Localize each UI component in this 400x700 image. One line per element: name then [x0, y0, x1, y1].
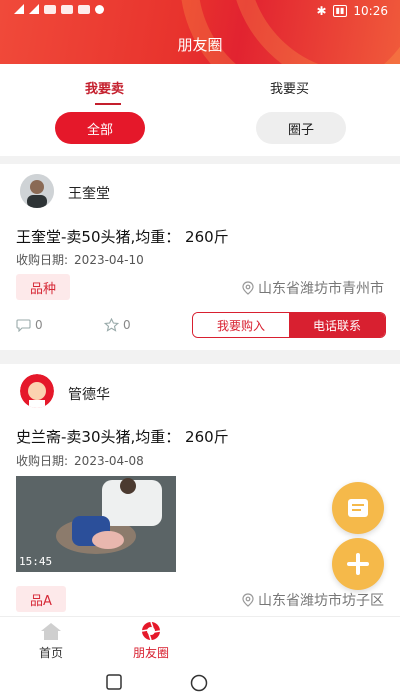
post-date: 收购日期: 2023-04-10: [16, 251, 144, 268]
comment-icon: [16, 318, 31, 332]
signal-icon: [29, 4, 39, 14]
comment-count-value: 0: [35, 318, 43, 332]
location-pin-icon: [242, 281, 254, 295]
date-label: 收购日期:: [16, 253, 69, 267]
message-fab[interactable]: [332, 482, 384, 534]
aperture-icon: [141, 621, 161, 641]
post-title: 史兰斋-卖30头猪,均重： 260斤: [16, 428, 229, 446]
signal-icon: [14, 4, 24, 14]
post-title: 王奎堂-卖50头猪,均重： 260斤: [16, 228, 229, 246]
user-photo-icon: [20, 174, 54, 208]
filter-all-button[interactable]: 全部: [55, 112, 145, 144]
photo-timestamp: 15:45: [19, 555, 53, 568]
bluetooth-icon: ✱: [316, 4, 327, 18]
user-name[interactable]: 管德华: [68, 384, 110, 404]
notification-icon: [61, 4, 73, 14]
tab-buy[interactable]: 我要买: [270, 78, 309, 97]
post-card[interactable]: 王奎堂 王奎堂-卖50头猪,均重： 260斤 收购日期: 2023-04-10 品…: [0, 164, 400, 350]
breed-tag: 品种: [16, 274, 71, 300]
location: 山东省潍坊市坊子区: [242, 590, 384, 610]
breed-tag: 品A: [16, 586, 66, 612]
tab-bar: 我要卖 我要买 全部 圈子: [0, 64, 400, 156]
add-post-fab[interactable]: [332, 538, 384, 590]
nav-moments[interactable]: 朋友圈: [116, 621, 186, 661]
comment-count[interactable]: 0: [16, 318, 43, 332]
star-icon: [104, 318, 119, 332]
filter-circle-button[interactable]: 圈子: [256, 112, 346, 144]
status-time: 10:26: [353, 4, 388, 18]
bottom-nav: 首页 朋友圈: [0, 616, 400, 666]
like-count-value: 0: [123, 318, 131, 332]
page-title: 朋友圈: [177, 36, 223, 54]
location-pin-icon: [242, 593, 254, 607]
status-bar: ✱ ▮▮ 10:26: [0, 0, 400, 24]
app-notification-icon: [95, 4, 104, 14]
post-actions: 我要购入 电话联系: [192, 312, 386, 338]
home-icon: [41, 623, 61, 640]
location-text: 山东省潍坊市坊子区: [258, 593, 384, 609]
notification-icon: [78, 4, 90, 14]
post-photo[interactable]: 15:45: [16, 476, 176, 572]
tab-sell[interactable]: 我要卖: [85, 78, 124, 105]
post-date: 收购日期: 2023-04-08: [16, 452, 144, 469]
home-circle-icon[interactable]: [190, 674, 208, 692]
system-nav-bar: [0, 666, 400, 700]
message-icon: [348, 499, 368, 517]
like-count[interactable]: 0: [104, 318, 131, 332]
plus-icon: [347, 553, 369, 575]
date-value: 2023-04-10: [74, 253, 144, 267]
app-header: ✱ ▮▮ 10:26 朋友圈: [0, 0, 400, 64]
avatar[interactable]: [20, 174, 54, 208]
user-name[interactable]: 王奎堂: [68, 183, 110, 203]
location: 山东省潍坊市青州市: [242, 278, 384, 298]
call-button[interactable]: 电话联系: [289, 313, 385, 337]
location-text: 山东省潍坊市青州市: [258, 281, 384, 297]
date-value: 2023-04-08: [74, 454, 144, 468]
buy-button[interactable]: 我要购入: [193, 313, 289, 337]
wifi-icon: [44, 4, 56, 14]
nav-moments-label: 朋友圈: [132, 646, 169, 660]
avatar[interactable]: [20, 374, 54, 408]
recent-apps-icon[interactable]: [106, 674, 122, 690]
nav-home[interactable]: 首页: [16, 621, 86, 661]
nav-home-label: 首页: [38, 646, 63, 660]
user-avatar-icon: [20, 374, 54, 408]
battery-icon: ▮▮: [332, 5, 348, 17]
date-label: 收购日期:: [16, 454, 69, 468]
